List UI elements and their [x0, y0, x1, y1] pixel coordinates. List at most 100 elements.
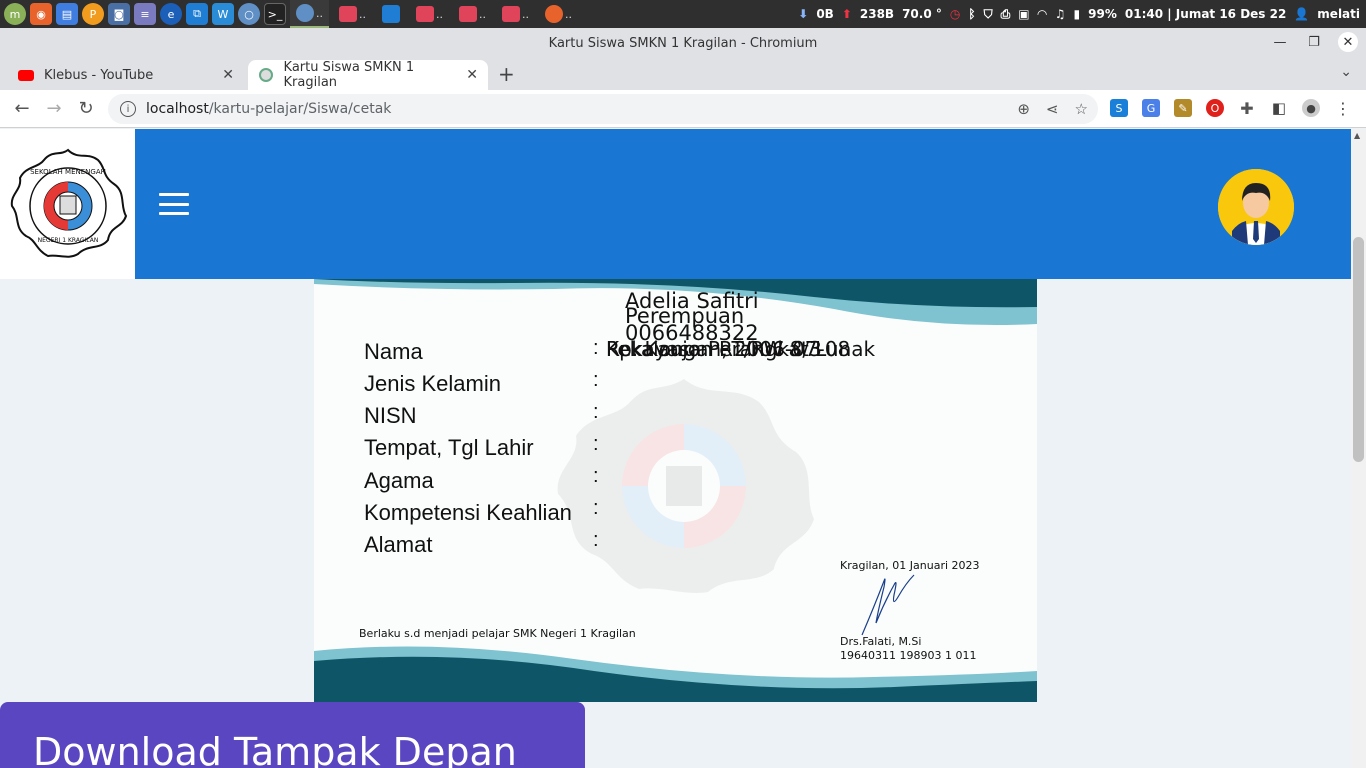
wifi-icon[interactable]: ◠	[1038, 7, 1047, 21]
vscode-app-icon[interactable]: ⧉	[186, 3, 208, 25]
battery-text: 99%	[1088, 7, 1117, 21]
download-front-button[interactable]: Download Tampak Depan	[0, 702, 585, 768]
user-name[interactable]: melati	[1317, 7, 1360, 21]
profile-icon[interactable]: ●	[1302, 99, 1320, 117]
new-tab-plus-icon[interactable]: +	[498, 62, 515, 86]
label-alamat: Alamat	[364, 532, 433, 557]
bluetooth-icon[interactable]: ᛒ	[968, 7, 975, 21]
tab-youtube[interactable]: Klebus - YouTube ✕	[8, 60, 244, 90]
site-info-icon[interactable]: i	[120, 101, 136, 117]
colon: :	[593, 497, 599, 519]
colon: :	[593, 529, 599, 551]
scroll-up-arrow-icon[interactable]: ▲	[1354, 131, 1360, 140]
label-jenis-kelamin: Jenis Kelamin	[364, 371, 501, 396]
net-down-text: 0B	[816, 7, 834, 21]
spreadsheet-app-icon[interactable]: W	[212, 3, 234, 25]
bookmark-star-icon[interactable]: ☆	[1075, 100, 1088, 118]
text-editor-icon[interactable]: ≡	[134, 3, 156, 25]
url-path: /kartu-pelajar/Siswa/cetak	[208, 101, 392, 117]
tab-list-chevron-down-icon[interactable]: ⌄	[1340, 64, 1352, 80]
svg-text:NEGERI 1 KRAGILAN: NEGERI 1 KRAGILAN	[37, 237, 98, 244]
school-watermark-icon	[557, 379, 814, 593]
hamburger-menu-icon[interactable]	[159, 193, 189, 215]
browser-toolbar: ← → ↻ i localhost/kartu-pelajar/Siswa/ce…	[0, 90, 1366, 128]
os-top-panel: m ◉ ▤ P ◙ ≡ e ⧉ W ○ >_ .. .. .. .. .. ..…	[0, 0, 1366, 28]
forward-arrow-icon[interactable]: →	[38, 98, 70, 119]
chromium-app-icon[interactable]: ○	[238, 3, 260, 25]
back-arrow-icon[interactable]: ←	[6, 98, 38, 119]
top-navbar	[135, 129, 1351, 279]
side-panel-icon[interactable]: ◧	[1270, 99, 1288, 117]
student-card: Nama Jenis Kelamin NISN Tempat, Tgl Lahi…	[314, 279, 1037, 702]
skype-extension-icon[interactable]: S	[1110, 99, 1128, 117]
files-app-icon[interactable]: ▤	[56, 3, 78, 25]
task-image-3[interactable]: ..	[453, 0, 492, 28]
app-launcher-icon[interactable]: ◉	[30, 3, 52, 25]
net-up-text: 238B	[859, 7, 895, 21]
mint-menu-icon[interactable]: m	[4, 3, 26, 25]
extensions-puzzle-icon[interactable]: ✚	[1238, 99, 1256, 118]
camera-app-icon[interactable]: ◙	[108, 3, 130, 25]
tab-kartu-siswa[interactable]: Kartu Siswa SMKN 1 Kragilan ✕	[248, 60, 488, 90]
shield-icon[interactable]: ⛉	[984, 7, 993, 22]
battery-icon[interactable]: ▮	[1074, 7, 1081, 21]
zoom-icon[interactable]: ⊕	[1017, 100, 1030, 118]
task-image-2[interactable]: ..	[410, 0, 449, 28]
tab-strip: Klebus - YouTube ✕ Kartu Siswa SMKN 1 Kr…	[0, 58, 1366, 90]
validity-text: Berlaku s.d menjadi pelajar SMK Negeri 1…	[359, 627, 636, 640]
tab-youtube-label: Klebus - YouTube	[44, 67, 154, 83]
school-emblem-icon: SEKOLAH MENENGAH NEGERI 1 KRAGILAN	[10, 148, 127, 258]
close-window-icon[interactable]: ✕	[1338, 32, 1358, 52]
browser-app-icon[interactable]: e	[160, 3, 182, 25]
colon: :	[593, 369, 599, 391]
colon: :	[593, 465, 599, 487]
task-chromium[interactable]: ..	[290, 0, 329, 28]
music-icon[interactable]: ♫	[1055, 7, 1066, 21]
translate-extension-icon[interactable]: G	[1142, 99, 1160, 117]
task-image-4[interactable]: ..	[496, 0, 535, 28]
upload-arrow-icon: ⬆	[841, 7, 852, 21]
school-logo-favicon-icon	[258, 67, 274, 83]
pencil-extension-icon[interactable]: ✎	[1174, 99, 1192, 117]
youtube-icon	[18, 67, 34, 83]
task-image-1[interactable]: ..	[333, 0, 372, 28]
label-agama: Agama	[364, 468, 434, 493]
user-avatar[interactable]	[1218, 169, 1294, 245]
svg-text:SEKOLAH MENENGAH: SEKOLAH MENENGAH	[30, 168, 106, 176]
opera-extension-icon[interactable]: O	[1206, 99, 1224, 117]
value-overlap-3: Kp. Kaujon RT/RW 8/3	[606, 337, 822, 361]
clipboard-icon[interactable]: ▣	[1018, 7, 1029, 21]
orange-app-icon[interactable]: P	[82, 3, 104, 25]
window-titlebar: Kartu Siswa SMKN 1 Kragilan - Chromium —…	[0, 28, 1366, 58]
tab-close-icon[interactable]: ✕	[466, 67, 478, 83]
terminal-app-icon[interactable]: >_	[264, 3, 286, 25]
scrollbar-thumb[interactable]	[1353, 237, 1364, 462]
task-updater[interactable]: ..	[539, 0, 578, 28]
page-scrollbar[interactable]: ▲	[1351, 129, 1366, 768]
page-viewport: SEKOLAH MENENGAH NEGERI 1 KRAGILAN Nama …	[0, 129, 1351, 768]
tab-close-icon[interactable]: ✕	[222, 67, 234, 83]
user-icon[interactable]: 👤	[1294, 7, 1309, 21]
share-icon[interactable]: ⋖	[1046, 100, 1059, 118]
clock-text[interactable]: 01:40 | Jumat 16 Des 22	[1125, 7, 1286, 21]
clock-alarm-icon[interactable]: ◷	[950, 7, 960, 21]
printer-icon[interactable]: ⎙	[1001, 7, 1011, 22]
task-vscode[interactable]	[376, 0, 406, 28]
menu-kebab-icon[interactable]: ⋮	[1334, 99, 1352, 118]
restore-icon[interactable]: ❐	[1304, 32, 1324, 52]
colon: :	[593, 401, 599, 423]
signer-nip: 19640311 198903 1 011	[840, 649, 977, 662]
label-nama: Nama	[364, 339, 423, 364]
school-logo: SEKOLAH MENENGAH NEGERI 1 KRAGILAN	[0, 129, 135, 279]
temperature-text: 70.0 °	[902, 7, 942, 21]
card-watermark-emblem	[544, 374, 824, 598]
download-arrow-icon: ⬇	[798, 7, 809, 21]
label-tempat-tgl-lahir: Tempat, Tgl Lahir	[364, 435, 534, 460]
url-host: localhost	[146, 101, 209, 117]
label-nisn: NISN	[364, 403, 417, 428]
minimize-icon[interactable]: —	[1270, 32, 1290, 52]
address-bar[interactable]: i localhost/kartu-pelajar/Siswa/cetak ⊕ …	[108, 94, 1098, 124]
reload-icon[interactable]: ↻	[70, 98, 102, 119]
student-avatar-icon	[1218, 169, 1294, 245]
colon: :	[593, 433, 599, 455]
